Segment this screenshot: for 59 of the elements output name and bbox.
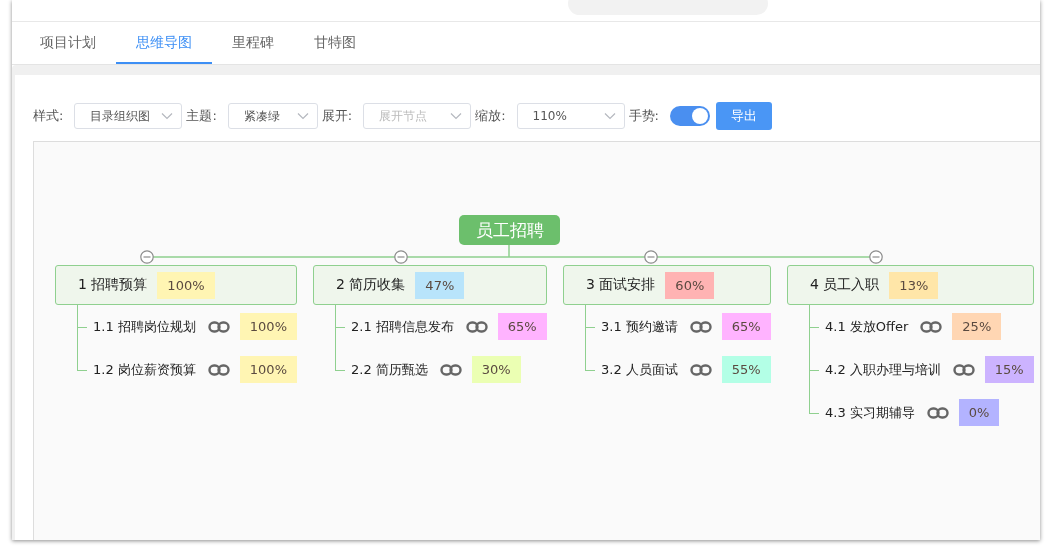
branch-node[interactable]: 4 员工入职 13% — [787, 265, 1034, 305]
node-title[interactable]: 4.2 入职办理与培训 — [825, 360, 941, 379]
progress-tag: 0% — [958, 399, 1000, 426]
node-title[interactable]: 2.1 招聘信息发布 — [351, 317, 454, 336]
link-icon[interactable] — [689, 320, 712, 333]
node-title[interactable]: 1.1 招聘岗位规划 — [93, 317, 196, 336]
link-icon[interactable] — [465, 320, 488, 333]
node-title: 4 员工入职 — [810, 276, 880, 294]
progress-tag: 65% — [721, 313, 771, 340]
collapse-icon[interactable] — [140, 250, 154, 264]
progress-tag: 100% — [157, 271, 215, 299]
caret-icon — [161, 112, 174, 120]
progress-tag: 15% — [984, 356, 1034, 383]
link-icon[interactable] — [207, 363, 230, 376]
caret-icon — [450, 112, 463, 120]
progress-tag: 100% — [239, 313, 297, 340]
node-title[interactable]: 4.3 实习期辅导 — [825, 403, 915, 422]
select-field[interactable]: 目录组织图 — [74, 103, 183, 129]
node-title: 2 简历收集 — [336, 276, 406, 294]
progress-tag: 55% — [721, 356, 771, 383]
caret-icon — [296, 112, 309, 120]
branch-node[interactable]: 1 招聘预算 100% — [55, 265, 297, 305]
progress-tag: 100% — [239, 356, 297, 383]
collapse-icon[interactable] — [869, 250, 883, 264]
progress-tag: 30% — [471, 356, 521, 383]
link-icon[interactable] — [689, 363, 712, 376]
node-title: 1 招聘预算 — [78, 276, 148, 294]
progress-tag: 25% — [952, 313, 1002, 340]
select-field[interactable]: 紧凑绿 — [227, 103, 318, 129]
progress-tag: 47% — [415, 271, 465, 299]
node-title[interactable]: 3.1 预约邀请 — [601, 317, 678, 336]
collapse-icon[interactable] — [394, 250, 408, 264]
link-icon[interactable] — [439, 363, 462, 376]
tab[interactable]: 甘特图 — [294, 22, 376, 64]
link-icon[interactable] — [952, 363, 975, 376]
node-title[interactable]: 2.2 简历甄选 — [351, 360, 428, 379]
progress-tag: 13% — [889, 271, 939, 299]
control-label: 手势: — [628, 107, 659, 125]
control-label: 主题: — [186, 107, 217, 125]
control-label: 缩放: — [475, 107, 506, 125]
control-label: 展开: — [321, 107, 353, 125]
toggle-switch[interactable] — [669, 106, 710, 126]
control-label: 样式: — [33, 107, 64, 125]
node-title[interactable]: 4.1 发放Offer — [825, 317, 909, 336]
tab[interactable]: 项目计划 — [20, 22, 116, 64]
node-title: 3 面试安排 — [586, 276, 656, 294]
collapse-icon[interactable] — [644, 250, 658, 264]
select-field[interactable]: 110% — [516, 103, 625, 129]
branch-node[interactable]: 3 面试安排 60% — [563, 265, 771, 305]
branch-node[interactable]: 2 简历收集 47% — [313, 265, 547, 305]
link-icon[interactable] — [920, 320, 943, 333]
progress-tag: 65% — [497, 313, 547, 340]
caret-icon — [603, 112, 616, 120]
link-icon[interactable] — [207, 320, 230, 333]
tab[interactable]: 里程碑 — [212, 22, 294, 64]
progress-tag: 60% — [665, 271, 715, 299]
node-title[interactable]: 3.2 人员面试 — [601, 360, 678, 379]
node-title[interactable]: 1.2 岗位薪资预算 — [93, 360, 196, 379]
link-icon[interactable] — [926, 406, 949, 419]
